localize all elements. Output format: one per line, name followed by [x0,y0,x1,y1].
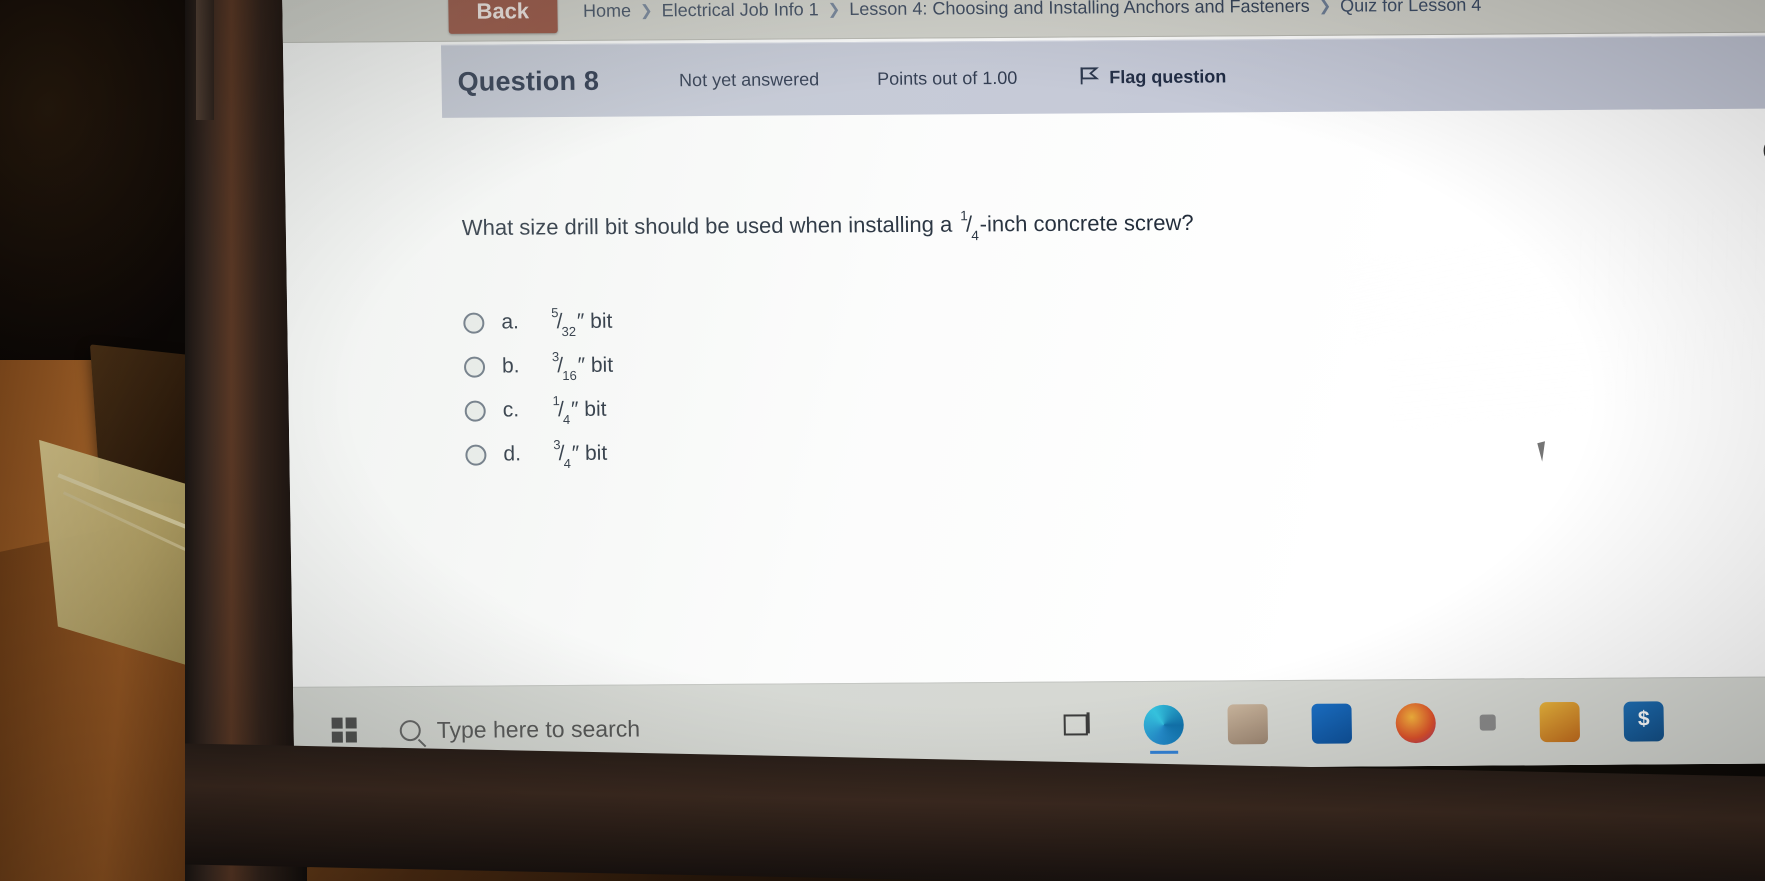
store-icon[interactable] [1539,701,1581,743]
radio-button-a[interactable] [463,312,485,334]
answer-value-c: 1/4″ bit [551,392,607,428]
answer-key-a: a. [501,310,520,334]
answer-value-d: 3/4″ bit [551,436,608,472]
answer-key-b: b. [501,354,520,378]
answer-b-denominator: 16 [562,368,577,384]
breadcrumb-item-lesson[interactable]: Lesson 4: Choosing and Installing Anchor… [849,0,1310,20]
question-state: Not yet answered [678,68,820,90]
radio-button-c[interactable] [464,400,486,422]
answer-b-unit: ″ bit [577,353,614,377]
answer-c-denominator: 4 [562,412,571,428]
breadcrumb-item-course[interactable]: Electrical Job Info 1 [661,0,818,21]
answer-value-b: 3/16″ bit [550,348,614,384]
chevron-right-icon: ❯ [639,2,653,20]
question-number: Question 8 [457,65,600,97]
office-icon[interactable] [1395,702,1437,744]
back-button[interactable]: Back [448,0,558,34]
answer-option-b[interactable]: b. 3/16″ bit [463,344,614,389]
answer-key-c: c. [502,398,520,422]
tray-icon[interactable] [1479,714,1496,731]
answer-c-unit: ″ bit [570,397,607,421]
breadcrumb-item-quiz: Quiz for Lesson 4 [1340,0,1482,16]
moodle-quiz-page: Back Home ❯ Electrical Job Info 1 ❯ Less… [282,0,1765,774]
file-explorer-icon[interactable] [1227,704,1269,745]
answer-a-unit: ″ bit [576,309,613,333]
answer-d-denominator: 4 [563,456,572,472]
answer-option-c[interactable]: c. 1/4″ bit [464,388,614,433]
fraction-denominator: 4 [971,227,979,243]
answer-a-numerator: 5 [551,304,559,321]
flag-question-label: Flag question [1109,65,1227,87]
taskbar-icons [1059,701,1665,754]
search-placeholder: Type here to search [436,714,641,743]
answer-key-d: d. [503,442,522,466]
radio-button-d[interactable] [465,444,487,466]
answer-c-numerator: 1 [552,392,560,409]
search-input[interactable]: Type here to search [399,714,641,744]
question-fraction: 1/4 [958,208,980,243]
answer-value-a: 5/32″ bit [549,304,613,340]
answer-d-numerator: 3 [553,436,561,453]
radio-button-b[interactable] [463,356,486,378]
answer-a-denominator: 32 [561,324,577,340]
answer-d-unit: ″ bit [571,441,608,465]
flag-question-button[interactable]: Flag question [1077,63,1226,91]
task-view-icon[interactable] [1059,705,1100,745]
answer-option-d[interactable]: d. 3/4″ bit [465,432,615,477]
fraction-numerator: 1 [960,208,968,224]
security-icon[interactable] [1623,701,1665,742]
chevron-right-icon: ❯ [827,1,841,19]
laptop-screen: Back Home ❯ Electrical Job Info 1 ❯ Less… [282,0,1765,774]
photo-scene: Back Home ❯ Electrical Job Info 1 ❯ Less… [0,0,1765,881]
question-text: What size drill bit should be used when … [461,208,1194,244]
question-text-before: What size drill bit should be used when … [461,211,953,241]
flag-icon [1077,64,1099,91]
question-points: Points out of 1.00 [877,67,1018,89]
windows-start-icon[interactable] [331,717,358,743]
search-icon [399,719,421,741]
breadcrumb-item-home[interactable]: Home [583,0,631,21]
answer-option-a[interactable]: a. 5/32″ bit [463,300,613,345]
breadcrumb: Home ❯ Electrical Job Info 1 ❯ Lesson 4:… [583,0,1482,21]
laptop-bezel-strip [196,0,214,120]
answer-b-numerator: 3 [551,348,560,365]
answer-options: a. 5/32″ bit b. 3/16″ bit c. 1/4″ bit d.… [463,300,615,477]
chevron-right-icon: ❯ [1318,0,1332,15]
question-text-after: -inch concrete screw? [979,209,1194,237]
edge-browser-icon[interactable] [1143,704,1185,754]
outlook-icon[interactable] [1311,703,1353,744]
question-header-bar: Question 8 Not yet answered Points out o… [440,35,1765,118]
